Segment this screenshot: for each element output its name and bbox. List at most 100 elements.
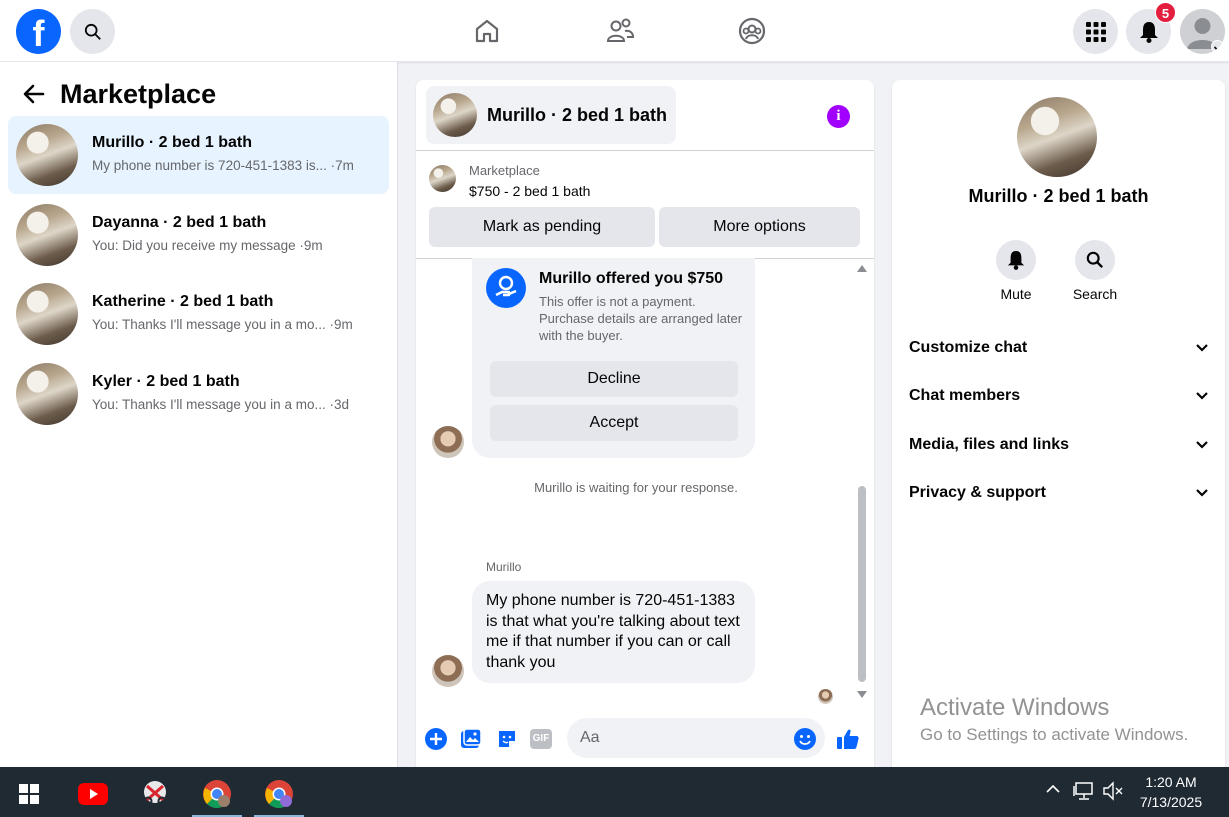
gif-button[interactable]: GIF xyxy=(529,727,553,751)
accept-button[interactable]: Accept xyxy=(490,405,738,441)
activate-windows-subtitle: Go to Settings to activate Windows. xyxy=(920,725,1189,744)
groups-nav-button[interactable] xyxy=(735,14,769,48)
conversation-name: Katherine · 2 bed 1 bath xyxy=(92,293,274,310)
more-options-button[interactable]: More options xyxy=(659,207,860,247)
youtube-icon xyxy=(78,783,108,805)
snipping-tool-icon xyxy=(143,781,167,806)
scroll-down-icon[interactable] xyxy=(857,691,867,698)
more-actions-button[interactable] xyxy=(424,727,448,751)
taskbar-chrome-1[interactable] xyxy=(192,774,242,817)
chat-members-section[interactable]: Chat members xyxy=(909,387,1209,413)
chrome-icon xyxy=(203,780,231,809)
customize-chat-section[interactable]: Customize chat xyxy=(909,339,1209,365)
conversation-time: ·7m xyxy=(330,158,354,173)
conversation-name: Dayanna · 2 bed 1 bath xyxy=(92,214,267,231)
windows-taskbar: 1:20 AM 7/13/2025 xyxy=(0,767,1229,817)
chat-title: Murillo · 2 bed 1 bath xyxy=(487,105,668,125)
listing-thumbnail xyxy=(16,283,78,345)
photo-icon xyxy=(461,728,482,748)
mark-as-pending-button[interactable]: Mark as pending xyxy=(429,207,655,247)
listing-mini-thumbnail xyxy=(429,165,456,192)
emoji-button[interactable] xyxy=(793,727,817,751)
like-button[interactable] xyxy=(836,727,860,751)
taskbar-youtube[interactable] xyxy=(68,774,118,814)
scrollbar-thumb[interactable] xyxy=(858,486,866,682)
grid-menu-icon xyxy=(1085,21,1106,42)
facebook-logo[interactable]: f xyxy=(16,9,61,54)
sender-avatar[interactable] xyxy=(432,426,464,458)
home-icon xyxy=(475,19,499,43)
system-clock[interactable]: 1:20 AM 7/13/2025 xyxy=(1128,772,1214,812)
conversation-item-katherine[interactable]: Katherine · 2 bed 1 bath You: Thanks I'l… xyxy=(8,275,389,353)
search-in-chat-button[interactable]: Search xyxy=(1060,240,1130,302)
conversation-name: Murillo · 2 bed 1 bath xyxy=(92,134,253,151)
groups-icon xyxy=(738,17,766,45)
attach-photo-button[interactable] xyxy=(459,727,483,751)
listing-thumbnail xyxy=(16,124,78,186)
decline-button[interactable]: Decline xyxy=(490,361,738,397)
network-status[interactable] xyxy=(1073,781,1095,806)
volume-muted-icon xyxy=(1103,781,1123,801)
info-icon[interactable]: i xyxy=(827,105,850,128)
message-input[interactable] xyxy=(567,718,825,758)
listing-thumbnail xyxy=(16,204,78,266)
conversation-time: ·3d xyxy=(329,397,349,412)
conversation-time: ·9m xyxy=(329,317,353,332)
top-navigation-bar: f 5 xyxy=(0,0,1229,62)
chat-header-button[interactable]: Murillo · 2 bed 1 bath xyxy=(426,86,676,144)
privacy-support-section[interactable]: Privacy & support xyxy=(909,484,1209,510)
account-chevron-icon xyxy=(1211,40,1224,53)
taskbar-snipping-tool[interactable] xyxy=(130,774,180,814)
sticker-button[interactable] xyxy=(495,727,519,751)
offer-description: This offer is not a payment. Purchase de… xyxy=(539,294,743,343)
network-icon xyxy=(1073,782,1093,800)
message-bubble[interactable]: My phone number is 720-451-1383 is that … xyxy=(472,581,755,683)
search-label: Search xyxy=(1072,286,1118,302)
sender-avatar[interactable] xyxy=(432,655,464,687)
volume-control[interactable] xyxy=(1102,781,1124,806)
notification-count-badge: 5 xyxy=(1155,2,1176,23)
listing-thumbnail xyxy=(16,363,78,425)
friends-icon xyxy=(606,18,635,42)
waiting-status: Murillo is waiting for your response. xyxy=(534,480,738,495)
conversation-item-kyler[interactable]: Kyler · 2 bed 1 bath You: Thanks I'll me… xyxy=(8,355,389,433)
marketplace-label: Marketplace xyxy=(469,163,540,178)
account-avatar[interactable] xyxy=(1180,9,1225,54)
taskbar-chrome-2[interactable] xyxy=(254,774,304,817)
search-button[interactable] xyxy=(70,9,115,54)
details-name: Murillo · 2 bed 1 bath xyxy=(968,186,1149,206)
show-hidden-icons-button[interactable] xyxy=(1045,781,1061,802)
chevron-down-icon xyxy=(1196,344,1208,352)
offer-title: Murillo offered you $750 xyxy=(539,270,724,287)
conversation-item-dayanna[interactable]: Dayanna · 2 bed 1 bath You: Did you rece… xyxy=(8,196,389,274)
chevron-down-icon xyxy=(1196,441,1208,449)
message-composer: GIF xyxy=(416,710,874,767)
chrome-icon xyxy=(265,780,293,809)
sticker-icon xyxy=(499,731,515,747)
conversation-item-murillo[interactable]: Murillo · 2 bed 1 bath My phone number i… xyxy=(8,116,389,194)
listing-price-title[interactable]: $750 - 2 bed 1 bath xyxy=(469,183,590,199)
mute-button[interactable]: Mute xyxy=(981,240,1051,302)
chevron-down-icon xyxy=(1196,392,1208,400)
sender-name: Murillo xyxy=(486,560,522,574)
search-icon xyxy=(84,23,101,40)
conversation-time: ·9m xyxy=(299,238,323,253)
thumbs-up-icon xyxy=(837,729,859,749)
start-button[interactable] xyxy=(4,774,54,814)
media-files-links-section[interactable]: Media, files and links xyxy=(909,436,1209,462)
marketplace-title: Marketplace xyxy=(60,78,217,109)
details-avatar[interactable] xyxy=(1017,97,1097,177)
header-divider xyxy=(416,150,874,151)
clock-time: 1:20 AM xyxy=(1145,774,1197,790)
friends-nav-button[interactable] xyxy=(603,14,637,48)
activate-windows-title: Activate Windows xyxy=(920,694,1110,721)
chevron-up-icon xyxy=(1046,784,1060,793)
message-scrollbar[interactable] xyxy=(856,258,868,710)
home-nav-button[interactable] xyxy=(470,14,504,48)
scroll-up-icon[interactable] xyxy=(857,265,867,272)
mute-label: Mute xyxy=(1000,286,1032,302)
search-icon xyxy=(1086,251,1104,269)
menu-button[interactable] xyxy=(1073,9,1118,54)
chat-avatar xyxy=(433,93,477,137)
back-arrow-icon[interactable] xyxy=(22,82,46,106)
